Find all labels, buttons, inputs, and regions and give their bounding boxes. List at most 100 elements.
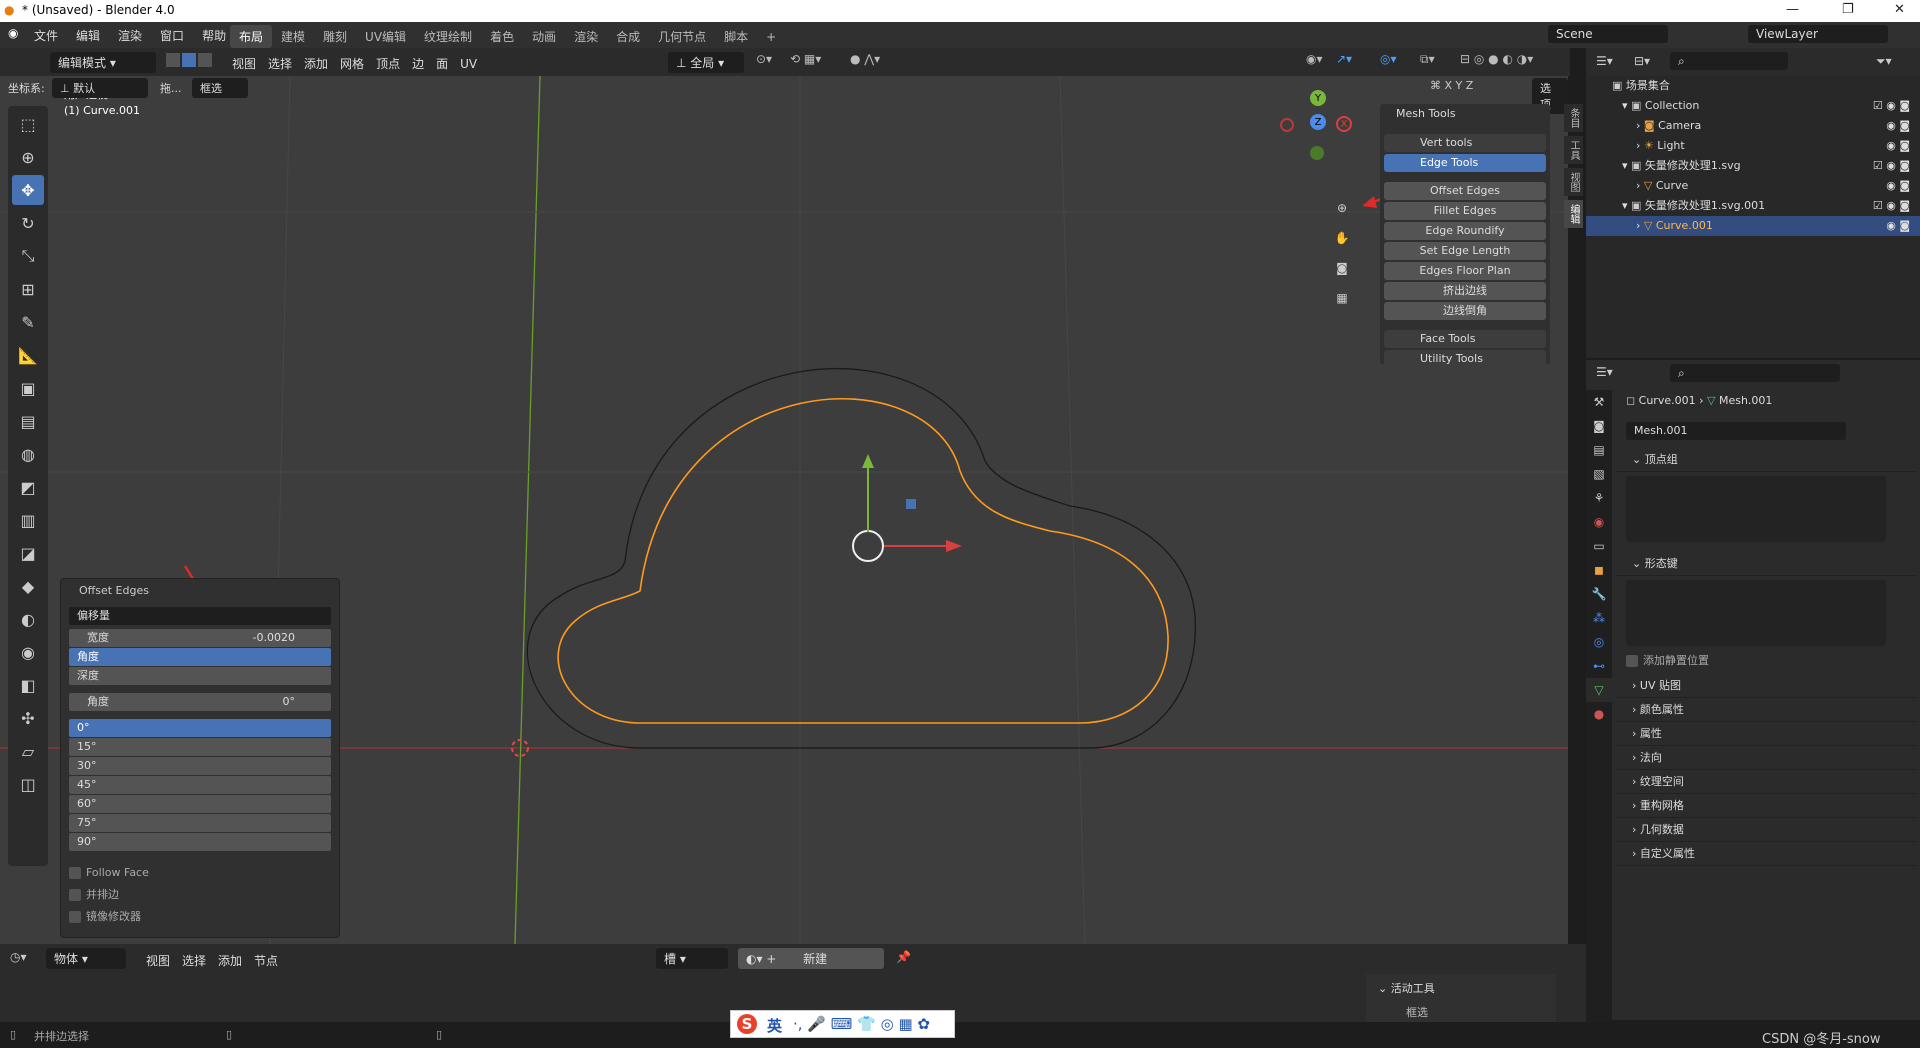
blender-menu-icon[interactable]: ◉ <box>8 26 18 40</box>
parallel-edges-checkbox[interactable]: 并排边 <box>69 886 331 904</box>
edge-roundify-button[interactable]: Edge Roundify <box>1384 222 1546 240</box>
loop-cut-tool-icon[interactable]: ▥ <box>12 505 44 535</box>
shading-modes[interactable]: ⊟ ◎ ● ◐ ◑▾ <box>1460 52 1533 66</box>
edges-floor-plan-button[interactable]: Edges Floor Plan <box>1384 262 1546 280</box>
menu-vertex[interactable]: 顶点 <box>370 53 406 74</box>
tab-animation[interactable]: 动画 <box>523 25 565 48</box>
ime-tool-icons[interactable]: ·, 🎤 ⌨ 👕 ◎ ▦ ✿ <box>793 1015 930 1033</box>
axis-y[interactable]: Y <box>1456 79 1463 92</box>
maximize-button[interactable]: ❐ <box>1842 2 1854 17</box>
scale-tool-icon[interactable]: ⤡ <box>12 241 44 271</box>
mesh-tools-title[interactable]: Mesh Tools <box>1380 104 1550 124</box>
xray-icon[interactable]: ⧉▾ <box>1420 52 1435 67</box>
angle-preset[interactable]: 45° <box>69 776 331 794</box>
outliner-row[interactable]: ▾ ▣ 矢量修改处理1.svg ☑ ◉ ◙ <box>1586 156 1920 176</box>
editor-type-icon[interactable]: ☰▾ <box>1596 54 1613 68</box>
menu-select[interactable]: 选择 <box>262 53 298 74</box>
poly-build-tool-icon[interactable]: ◆ <box>12 571 44 601</box>
scene-collection-row[interactable]: ▣ 场景集合 <box>1586 76 1920 96</box>
modifier-props-icon[interactable]: 🔧 <box>1586 582 1612 606</box>
tab-layout[interactable]: 布局 <box>230 25 273 48</box>
gizmo-neg-x-icon[interactable] <box>1280 118 1294 132</box>
mesh-name-field[interactable]: Mesh.001 <box>1626 422 1846 440</box>
shape-keys-panel[interactable]: ⌄ 形态键 <box>1616 552 1916 576</box>
angle-field[interactable]: 角度 0° <box>69 693 331 711</box>
gizmo-toggle-icon[interactable]: ↗▾ <box>1336 52 1352 66</box>
axis-x[interactable]: X <box>1445 79 1453 92</box>
constraint-props-icon[interactable]: ⊷ <box>1586 654 1612 678</box>
particles-props-icon[interactable]: ⁂ <box>1586 606 1612 630</box>
offset-edges-button[interactable]: Offset Edges <box>1384 182 1546 200</box>
annotate-tool-icon[interactable]: ✎ <box>12 307 44 337</box>
sogou-logo-icon[interactable]: S <box>737 1014 757 1034</box>
tab-texture-paint[interactable]: 纹理绘制 <box>415 25 481 48</box>
menu-view[interactable]: 视图 <box>226 53 262 74</box>
extrude-edges-button[interactable]: 挤出边线 <box>1384 282 1546 300</box>
panel-attributes[interactable]: › 属性 <box>1616 722 1916 746</box>
panel-remesh[interactable]: › 重构网格 <box>1616 794 1916 818</box>
outliner-row[interactable]: ▾ ▣ 矢量修改处理1.svg.001 ☑ ◉ ◙ <box>1586 196 1920 216</box>
gizmo-x-icon[interactable]: X <box>1336 116 1352 132</box>
visibility-eye-icon[interactable]: ☑ ◉ ◙ <box>1873 196 1910 216</box>
tab-rendering[interactable]: 渲染 <box>565 25 607 48</box>
outliner-row[interactable]: › ▽ Curve ◉ ◙ <box>1586 176 1920 196</box>
visibility-eye-icon[interactable]: ◉ ◙ <box>1886 116 1910 136</box>
operator-title[interactable]: Offset Edges <box>61 579 339 603</box>
minimize-button[interactable]: — <box>1786 2 1799 17</box>
display-mode-icon[interactable]: ⊟▾ <box>1634 54 1650 68</box>
move-tool-icon[interactable]: ✥ <box>12 175 44 205</box>
option-angle[interactable]: 角度 <box>69 648 331 666</box>
utility-tools-header[interactable]: Utility Tools <box>1384 350 1546 368</box>
outliner-row[interactable]: › ◙ Camera ◉ ◙ <box>1586 116 1920 136</box>
slot-dropdown[interactable]: 槽 ▾ <box>656 948 728 969</box>
view-layer-props-icon[interactable]: ▧ <box>1586 462 1612 486</box>
editor-type-icon[interactable]: ◷▾ <box>10 950 27 964</box>
menu-select[interactable]: 选择 <box>176 950 212 971</box>
drag-label[interactable]: 拖... <box>160 80 182 96</box>
menu-edge[interactable]: 边 <box>406 53 430 74</box>
follow-face-checkbox[interactable]: Follow Face <box>69 864 331 882</box>
gizmo-z-icon[interactable]: Z <box>1310 114 1326 130</box>
spin-tool-icon[interactable]: ◐ <box>12 604 44 634</box>
rip-tool-icon[interactable]: ◫ <box>12 769 44 799</box>
transform-tool-icon[interactable]: ⊞ <box>12 274 44 304</box>
measure-tool-icon[interactable]: 📐 <box>12 340 44 370</box>
mesh-data-props-icon[interactable]: ▽ <box>1586 678 1612 702</box>
filter-icon[interactable]: ⏷▾ <box>1876 54 1892 69</box>
menu-mesh[interactable]: 网格 <box>334 53 370 74</box>
vertex-groups-panel[interactable]: ⌄ 顶点组 <box>1616 448 1916 472</box>
panel-texture-space[interactable]: › 纹理空间 <box>1616 770 1916 794</box>
panel-geometry-data[interactable]: › 几何数据 <box>1616 818 1916 842</box>
axis-z[interactable]: Z <box>1466 79 1474 92</box>
outliner-search-input[interactable]: ⌕ <box>1670 52 1788 70</box>
object-props-icon[interactable]: ◼ <box>1586 558 1612 582</box>
ortho-grid-icon[interactable]: ▦ <box>1330 286 1354 310</box>
shape-keys-list[interactable] <box>1626 580 1886 646</box>
panel-color-attributes[interactable]: › 颜色属性 <box>1616 698 1916 722</box>
camera-view-icon[interactable]: ◙ <box>1330 256 1354 280</box>
angle-preset[interactable]: 30° <box>69 757 331 775</box>
vertex-select-icon[interactable] <box>166 53 180 67</box>
active-tool-header[interactable]: ⌄ 活动工具 <box>1366 974 1556 1002</box>
tab-modeling[interactable]: 建模 <box>272 25 314 48</box>
outliner-row[interactable]: › ☀ Light ◉ ◙ <box>1586 136 1920 156</box>
bevel-edges-button[interactable]: 边线倒角 <box>1384 302 1546 320</box>
angle-preset[interactable]: 60° <box>69 795 331 813</box>
visibility-eye-icon[interactable]: ◉ ◙ <box>1886 176 1910 196</box>
relative-checkbox[interactable]: 添加静置位置 <box>1626 652 1908 670</box>
knife-tool-icon[interactable]: ◪ <box>12 538 44 568</box>
bevel-tool-icon[interactable]: ◩ <box>12 472 44 502</box>
menu-edit[interactable]: 编辑 <box>76 27 100 44</box>
visibility-eye-icon[interactable]: ◉ ◙ <box>1886 216 1910 236</box>
select-box-tool-icon[interactable]: ⬚ <box>12 109 44 139</box>
menu-node[interactable]: 节点 <box>248 950 284 971</box>
new-material-button[interactable]: ◐▾ + 新建 <box>738 948 884 969</box>
tab-tool[interactable]: 工具 <box>1564 136 1583 164</box>
shrink-tool-icon[interactable]: ✣ <box>12 703 44 733</box>
mirror-axes[interactable]: ⌘ X Y Z <box>1430 79 1473 92</box>
offset-mode-dropdown[interactable]: 偏移量 <box>69 607 331 625</box>
snap-icon[interactable]: ⟲ ▦▾ <box>790 52 821 66</box>
tab-compositing[interactable]: 合成 <box>607 25 649 48</box>
menu-help[interactable]: 帮助 <box>202 27 226 44</box>
material-props-icon[interactable]: ● <box>1586 702 1612 726</box>
